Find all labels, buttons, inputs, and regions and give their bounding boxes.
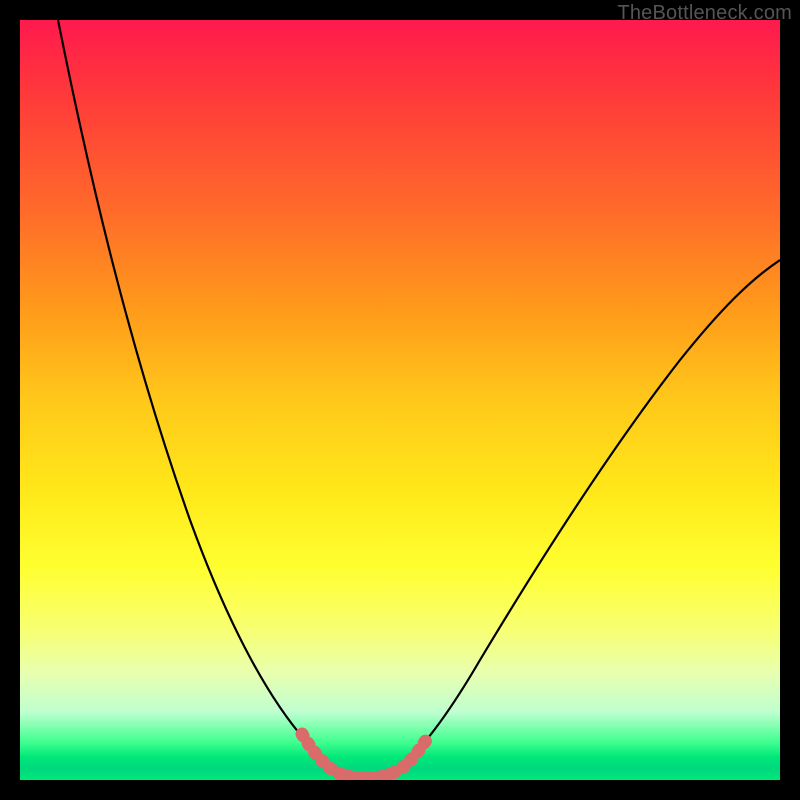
left-curve (58, 20, 330, 766)
right-curve (402, 260, 780, 766)
highlight-center (338, 773, 392, 778)
curve-overlay (20, 20, 780, 780)
highlight-segment (302, 734, 430, 778)
watermark-text: TheBottleneck.com (617, 2, 792, 25)
chart-frame (20, 20, 780, 780)
